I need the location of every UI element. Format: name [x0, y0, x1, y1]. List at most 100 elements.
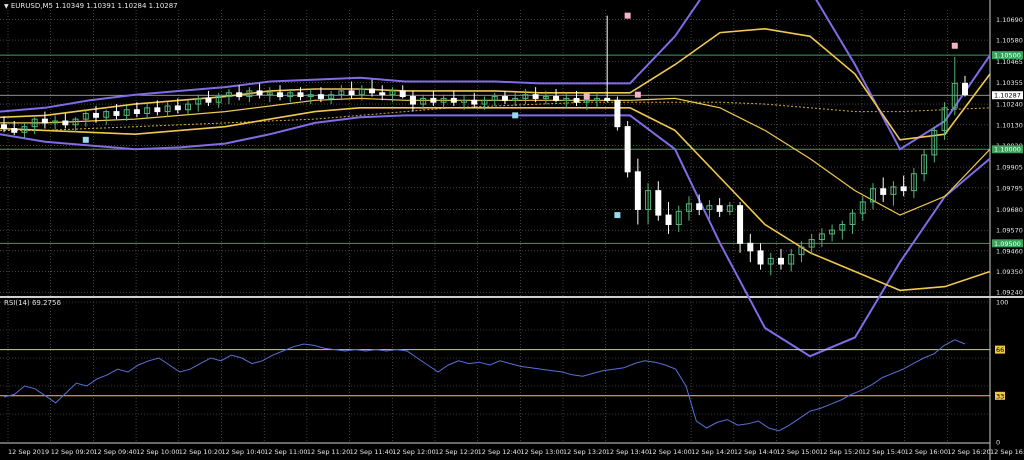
price-tick-label: 1.09570 [996, 227, 1023, 235]
time-tick-label: 12 Sep 16:40 [990, 448, 1024, 456]
chart-canvas[interactable]: 1.106901.105801.104651.103551.102401.101… [0, 0, 1024, 460]
level-price-tag-text: 1.09500 [994, 240, 1021, 248]
candle-body [41, 118, 48, 124]
candle-body [737, 205, 744, 244]
candle-body [154, 107, 161, 113]
candle-body [93, 112, 100, 118]
rsi-tick-label: 100 [996, 299, 1008, 307]
candle-body [747, 242, 754, 252]
candle-body [409, 96, 416, 105]
signal-marker [583, 93, 590, 100]
signal-marker [634, 91, 641, 98]
outer-band-upper [0, 0, 991, 151]
candle-body [348, 90, 355, 96]
candle-body [665, 214, 672, 225]
time-tick-label: 12 Sep 16:20 [947, 448, 990, 456]
candle-body [174, 105, 181, 111]
price-tick-label: 1.09240 [996, 289, 1023, 297]
time-tick-label: 12 Sep 15:20 [819, 448, 862, 456]
candle-body [900, 186, 907, 192]
grid-lines [0, 10, 991, 442]
rsi-line [3, 339, 966, 432]
candle-body [450, 97, 457, 103]
price-tick-label: 1.10580 [996, 37, 1023, 45]
time-tick-label: 12 Sep 2019 [8, 448, 49, 456]
signal-marker [82, 136, 89, 143]
time-tick-label: 12 Sep 11:00 [264, 448, 307, 456]
candle-body [11, 128, 18, 133]
candle-body [317, 94, 324, 99]
candle-body [113, 111, 120, 116]
time-tick-label: 12 Sep 11:40 [350, 448, 393, 456]
candle-body [379, 92, 386, 96]
candle-body [757, 250, 764, 265]
time-tick-label: 12 Sep 09:40 [93, 448, 136, 456]
signal-marker [614, 212, 621, 219]
candle-body [256, 90, 263, 96]
signal-marker [951, 42, 958, 49]
candle-body [277, 92, 284, 98]
level-price-tag-text: 1.10500 [994, 52, 1021, 60]
level-price-tag-text: 1.10287 [994, 92, 1021, 100]
rsi-level-tag-text: 33 [996, 392, 1004, 400]
time-tick-label: 12 Sep 14:20 [691, 448, 734, 456]
time-tick-label: 12 Sep 13:40 [606, 448, 649, 456]
time-tick-label: 12 Sep 15:40 [862, 448, 905, 456]
candle-body [501, 96, 508, 101]
candle-body [880, 188, 887, 195]
candle-body [696, 203, 703, 210]
time-tick-label: 12 Sep 15:00 [777, 448, 820, 456]
candle-body [962, 82, 968, 96]
candle-body [133, 109, 140, 114]
time-tick-label: 12 Sep 12:20 [435, 448, 478, 456]
price-tick-label: 1.09680 [996, 206, 1023, 214]
time-tick-label: 12 Sep 09:20 [51, 448, 94, 456]
inner-band-upper [0, 27, 991, 141]
time-tick-label: 12 Sep 10:00 [136, 448, 179, 456]
candle-body [553, 96, 560, 101]
time-tick-label: 12 Sep 11:20 [307, 448, 350, 456]
candle-body [716, 205, 723, 212]
time-tick-label: 12 Sep 10:20 [179, 448, 222, 456]
candle-body [1, 124, 7, 130]
signal-marker [624, 12, 631, 19]
time-tick-label: 12 Sep 10:40 [221, 448, 264, 456]
time-tick-label: 12 Sep 14:00 [648, 448, 691, 456]
candle-body [205, 97, 212, 103]
chart-window[interactable]: ▼ EURUSD,M5 1.10349 1.10391 1.10284 1.10… [0, 0, 1024, 460]
candle-body [236, 92, 243, 98]
price-tick-label: 1.10690 [996, 16, 1023, 24]
outer-band-lower [0, 114, 991, 358]
time-tick-label: 12 Sep 13:20 [563, 448, 606, 456]
candle-body [777, 257, 784, 265]
level-price-tag-text: 1.10000 [994, 146, 1021, 154]
candle-body [655, 190, 662, 216]
price-tick-label: 1.09350 [996, 268, 1023, 276]
time-tick-label: 12 Sep 12:00 [392, 448, 435, 456]
price-tick-label: 1.10130 [996, 121, 1023, 129]
signal-marker [512, 112, 519, 119]
price-tick-label: 1.09795 [996, 184, 1023, 192]
inner-band-lower [0, 107, 991, 292]
time-tick-label: 12 Sep 13:00 [520, 448, 563, 456]
price-tick-label: 1.09905 [996, 164, 1023, 172]
price-tick-label: 1.09460 [996, 247, 1023, 255]
candle-body [399, 90, 406, 98]
candle-body [573, 97, 580, 103]
candle-body [62, 120, 69, 126]
candle-body [532, 94, 539, 99]
candle-body [297, 92, 304, 98]
rsi-tick-label: 0 [996, 439, 1000, 447]
price-tick-label: 1.10240 [996, 101, 1023, 109]
candle-body [604, 97, 611, 101]
candle-body [624, 126, 631, 173]
price-tick-label: 1.10355 [996, 79, 1023, 87]
time-tick-label: 12 Sep 12:40 [478, 448, 521, 456]
rsi-level-tag-text: 66 [996, 346, 1004, 354]
candle-body [369, 88, 376, 94]
candle-body [471, 99, 478, 105]
candle-body [614, 99, 621, 128]
candle-body [634, 171, 641, 210]
candle-body [430, 97, 437, 103]
time-tick-label: 12 Sep 16:00 [905, 448, 948, 456]
